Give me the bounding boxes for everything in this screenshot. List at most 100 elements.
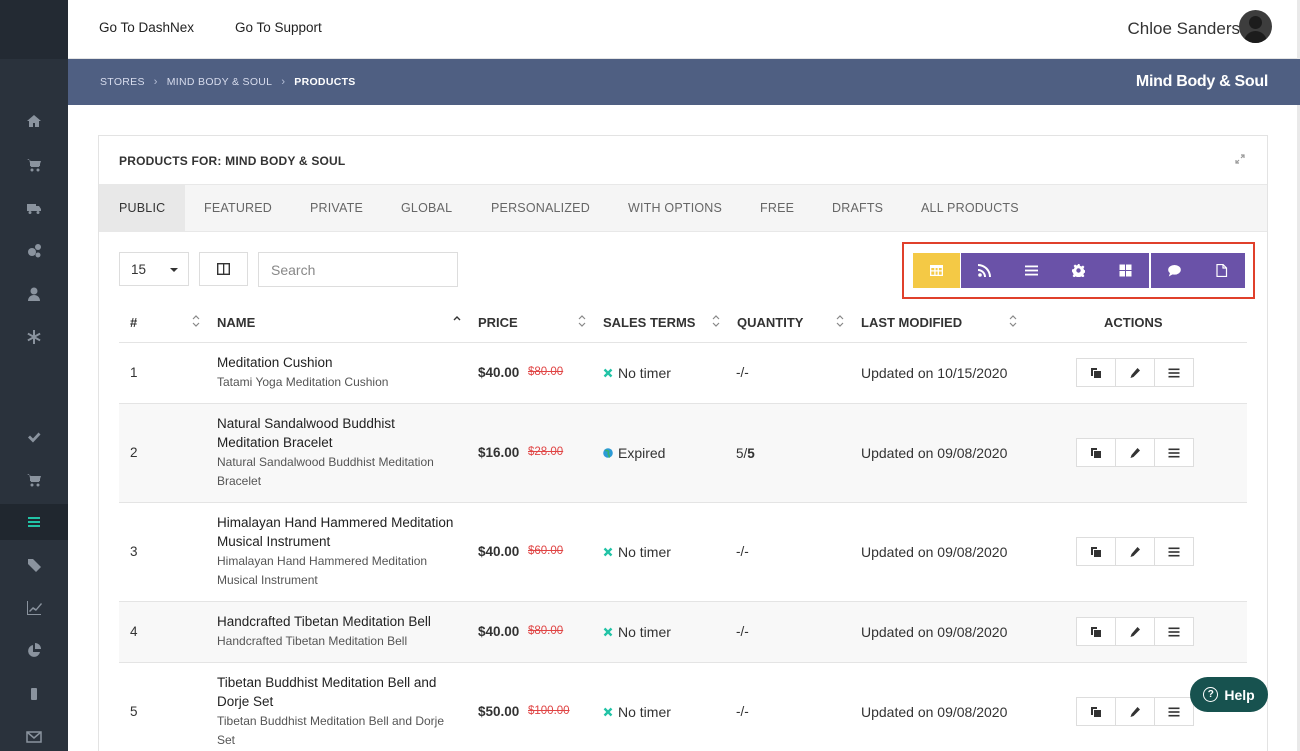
copy-icon	[1091, 447, 1101, 458]
sort-icon[interactable]	[712, 314, 720, 328]
sidebar-item-tasks[interactable]	[0, 419, 68, 455]
pencil-icon	[1130, 546, 1140, 557]
tab-with-options[interactable]: WITH OPTIONS	[628, 185, 722, 231]
tab-personalized[interactable]: PERSONALIZED	[491, 185, 590, 231]
go-to-dashnex-link[interactable]: Go To DashNex	[99, 20, 194, 35]
row-number: 2	[130, 445, 138, 460]
tab-private[interactable]: PRIVATE	[310, 185, 363, 231]
tab-featured[interactable]: FEATURED	[204, 185, 272, 231]
tab-global[interactable]: GLOBAL	[401, 185, 452, 231]
sidebar-item-store[interactable]	[0, 147, 68, 183]
col-quantity[interactable]: QUANTITY	[737, 315, 803, 330]
avatar[interactable]	[1239, 10, 1272, 43]
sort-icon[interactable]	[836, 314, 844, 328]
breadcrumb-stores[interactable]: STORES	[100, 76, 145, 88]
menu-icon	[1168, 547, 1180, 556]
product-old-price: $80.00	[528, 366, 564, 378]
expand-icon[interactable]	[1235, 154, 1245, 164]
user-name[interactable]: Chloe Sanders	[1128, 19, 1240, 39]
sidebar-item-extras[interactable]	[0, 319, 68, 355]
col-price[interactable]: PRICE	[478, 315, 518, 330]
breadcrumb-store[interactable]: MIND BODY & SOUL	[167, 76, 273, 88]
col-name[interactable]: NAME	[217, 315, 255, 330]
product-price: $40.00	[478, 365, 520, 380]
sidebar-item-users[interactable]	[0, 276, 68, 312]
more-button[interactable]	[1154, 697, 1194, 726]
pencil-icon	[1130, 367, 1140, 378]
more-button[interactable]	[1154, 537, 1194, 566]
view-document-button[interactable]	[1198, 253, 1245, 288]
sort-icon[interactable]	[578, 314, 586, 328]
product-price: $50.00	[478, 704, 520, 719]
last-modified: Updated on 09/08/2020	[861, 544, 1008, 560]
sort-icon[interactable]	[1009, 314, 1017, 328]
more-button[interactable]	[1154, 617, 1194, 646]
view-feed-button[interactable]	[961, 253, 1008, 288]
product-subtitle: Himalayan Hand Hammered Meditation Music…	[217, 554, 428, 587]
sidebar-item-products[interactable]	[0, 504, 68, 540]
view-list-button[interactable]	[1008, 253, 1055, 288]
view-comments-button[interactable]	[1151, 253, 1198, 288]
sidebar-item-messages[interactable]	[0, 719, 68, 751]
sidebar-item-coupons[interactable]	[0, 547, 68, 583]
sidebar-item-shipping[interactable]	[0, 190, 68, 226]
sidebar-item-orders[interactable]	[0, 462, 68, 498]
table-row: 3 Himalayan Hand Hammered Meditation Mus…	[119, 503, 1247, 602]
edit-button[interactable]	[1115, 358, 1155, 387]
search-input[interactable]	[258, 252, 458, 287]
tab-public[interactable]: PUBLIC	[99, 185, 185, 231]
view-table-button[interactable]	[913, 253, 960, 288]
tab-drafts[interactable]: DRAFTS	[832, 185, 883, 231]
view-settings-button[interactable]	[1055, 253, 1102, 288]
product-name[interactable]: Himalayan Hand Hammered Meditation Music…	[217, 513, 457, 551]
row-number: 1	[130, 365, 138, 380]
sort-asc-icon[interactable]	[453, 314, 461, 328]
sales-term: No timer	[603, 624, 671, 640]
duplicate-button[interactable]	[1076, 617, 1116, 646]
mobile-icon	[31, 688, 37, 700]
more-button[interactable]	[1154, 358, 1194, 387]
list-icon	[1025, 265, 1038, 276]
col-last-modified[interactable]: LAST MODIFIED	[861, 315, 962, 330]
more-button[interactable]	[1154, 438, 1194, 467]
product-name[interactable]: Handcrafted Tibetan Meditation Bell	[217, 612, 457, 631]
row-actions	[1076, 358, 1194, 387]
edit-button[interactable]	[1115, 438, 1155, 467]
copy-icon	[1091, 546, 1101, 557]
help-button[interactable]: ? Help	[1190, 677, 1268, 712]
pencil-icon	[1130, 706, 1140, 717]
product-subtitle: Handcrafted Tibetan Meditation Bell	[217, 634, 408, 648]
table-row: 2 Natural Sandalwood Buddhist Meditation…	[119, 404, 1247, 503]
col-sales-terms[interactable]: SALES TERMS	[603, 315, 695, 330]
columns-toggle-button[interactable]	[199, 252, 248, 286]
product-price: $40.00	[478, 624, 520, 639]
per-page-select[interactable]: 15	[119, 252, 189, 286]
duplicate-button[interactable]	[1076, 438, 1116, 467]
tab-all-products[interactable]: ALL PRODUCTS	[921, 185, 1019, 231]
edit-button[interactable]	[1115, 697, 1155, 726]
edit-button[interactable]	[1115, 617, 1155, 646]
sidebar-item-home[interactable]	[0, 103, 68, 139]
sales-term-text: Expired	[618, 445, 666, 461]
file-icon	[1216, 264, 1228, 277]
duplicate-button[interactable]	[1076, 697, 1116, 726]
product-name[interactable]: Natural Sandalwood Buddhist Meditation B…	[217, 414, 457, 452]
sidebar-item-reports[interactable]	[0, 633, 68, 669]
duplicate-button[interactable]	[1076, 358, 1116, 387]
view-grid-button[interactable]	[1102, 253, 1149, 288]
product-name[interactable]: Meditation Cushion	[217, 353, 457, 372]
menu-icon	[1168, 448, 1180, 457]
tab-free[interactable]: FREE	[760, 185, 794, 231]
x-icon	[603, 368, 613, 378]
sidebar-item-analytics[interactable]	[0, 590, 68, 626]
sidebar-item-mobile[interactable]	[0, 676, 68, 712]
globe-icon	[603, 448, 613, 458]
go-to-support-link[interactable]: Go To Support	[235, 20, 322, 35]
sidebar-item-settings[interactable]	[0, 233, 68, 269]
duplicate-button[interactable]	[1076, 537, 1116, 566]
sort-icon[interactable]	[192, 314, 200, 328]
view-mode-toolbar	[902, 242, 1255, 299]
edit-button[interactable]	[1115, 537, 1155, 566]
product-name[interactable]: Tibetan Buddhist Meditation Bell and Dor…	[217, 673, 457, 711]
row-number: 5	[130, 704, 138, 719]
